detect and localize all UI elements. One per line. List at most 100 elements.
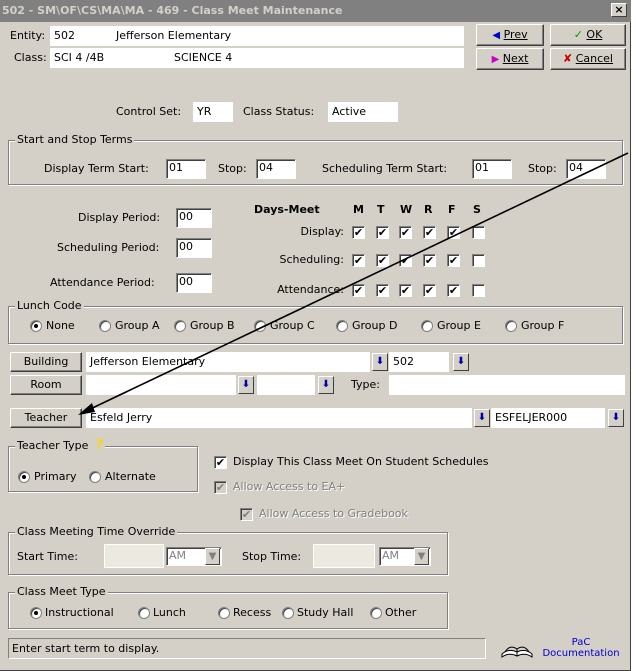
day-checkbox-m[interactable]: ✔ [352, 254, 365, 267]
ok-button[interactable]: ✓ OK [550, 24, 626, 46]
window-title: 502 - SM\OF\CS\MA\MA - 469 - Class Meet … [2, 4, 343, 17]
stop-ampm-value: AM [382, 549, 400, 562]
start-time-label: Start Time: [17, 550, 78, 563]
display-on-schedules-checkbox[interactable]: ✔ [214, 456, 227, 469]
class-status-label: Class Status: [243, 105, 315, 118]
room-name-field[interactable] [86, 375, 236, 395]
entity-label: Entity: [10, 29, 46, 42]
ok-label: OK [586, 28, 603, 41]
stop-ampm-dropdown-icon[interactable]: ▼ [414, 548, 429, 565]
teacher-type-alternate-radio[interactable] [89, 471, 101, 483]
scheduling-term-start-label: Scheduling Term Start: [322, 162, 448, 175]
display-term-stop-input[interactable]: 04 [256, 159, 296, 179]
pac-doc-line1: PaC [571, 637, 591, 648]
lunch-radio-none[interactable] [30, 320, 42, 332]
building-button[interactable]: Building [10, 352, 82, 372]
day-checkbox-m[interactable]: ✔ [352, 284, 365, 297]
room-code-lookup-icon[interactable]: ⬇ [318, 376, 334, 394]
open-book-icon [501, 646, 533, 658]
lunch-radio-group-c[interactable] [254, 320, 266, 332]
pac-documentation-text: PaC Documentation [536, 637, 626, 659]
scheduling-term-start-input[interactable]: 01 [472, 159, 512, 179]
prev-button[interactable]: ◀ Prev [476, 24, 544, 46]
pac-doc-line2: Documentation [542, 648, 620, 659]
room-lookup-icon[interactable]: ⬇ [238, 376, 254, 394]
lunch-radio-group-e[interactable] [421, 320, 433, 332]
scheduling-period-label: Scheduling Period: [57, 241, 160, 254]
teacher-code-field: ESFELJER000 [491, 408, 605, 428]
day-checkbox-t[interactable]: ✔ [376, 284, 389, 297]
display-on-schedules-label: Display This Class Meet On Student Sched… [233, 455, 489, 468]
meet-type-radio-study-hall[interactable] [282, 607, 294, 619]
class-status-field: Active [328, 102, 398, 122]
attendance-period-input[interactable]: 00 [176, 273, 212, 293]
day-checkbox-w[interactable]: ✔ [399, 254, 412, 267]
help-icon[interactable]: ? [96, 438, 104, 453]
pac-documentation-link[interactable]: PaC Documentation [496, 637, 626, 662]
lunch-option-label: Group D [352, 319, 398, 332]
day-checkbox-s[interactable] [472, 284, 485, 297]
cancel-button[interactable]: ✘ Cancel [550, 48, 626, 70]
days-row-label: Display: [300, 225, 344, 238]
status-message: Enter start term to display. [12, 642, 160, 655]
day-checkbox-r[interactable]: ✔ [423, 226, 436, 239]
building-code-field: 502 [389, 352, 449, 372]
meet-type-radio-recess[interactable] [218, 607, 230, 619]
day-checkbox-t[interactable]: ✔ [376, 226, 389, 239]
day-checkbox-m[interactable]: ✔ [352, 226, 365, 239]
teacher-type-primary-radio[interactable] [18, 471, 30, 483]
meet-type-option-label: Study Hall [297, 606, 354, 619]
day-checkbox-r[interactable]: ✔ [423, 254, 436, 267]
day-checkbox-f[interactable]: ✔ [447, 226, 460, 239]
day-checkbox-w[interactable]: ✔ [399, 226, 412, 239]
allow-ea-label: Allow Access to EA+ [233, 480, 346, 493]
lunch-radio-group-f[interactable] [505, 320, 517, 332]
teacher-lookup-icon[interactable]: ⬇ [474, 409, 490, 427]
building-name-field: Jefferson Elementary [86, 352, 370, 372]
class-name-field: SCIENCE 4 [170, 48, 464, 68]
meet-type-option-label: Lunch [153, 606, 186, 619]
cancel-label: Cancel [575, 52, 613, 65]
meet-type-option-label: Instructional [45, 606, 114, 619]
prev-arrow-icon: ◀ [492, 30, 501, 41]
day-checkbox-s[interactable] [472, 254, 485, 267]
room-button[interactable]: Room [10, 375, 82, 395]
day-checkbox-t[interactable]: ✔ [376, 254, 389, 267]
meet-type-option-label: Other [385, 606, 417, 619]
days-meet-title: Days-Meet [254, 203, 320, 216]
day-checkbox-w[interactable]: ✔ [399, 284, 412, 297]
time-override-group-title: Class Meeting Time Override [15, 525, 178, 539]
stop-time-input[interactable] [313, 544, 375, 568]
start-ampm-value: AM [169, 549, 187, 562]
meet-type-radio-lunch[interactable] [138, 607, 150, 619]
building-code-lookup-icon[interactable]: ⬇ [453, 353, 469, 371]
day-checkbox-f[interactable]: ✔ [447, 284, 460, 297]
building-lookup-icon[interactable]: ⬇ [372, 353, 388, 371]
scheduling-period-input[interactable]: 00 [176, 238, 212, 258]
start-time-input[interactable] [104, 544, 164, 568]
lunch-option-label: None [46, 319, 75, 332]
meet-type-radio-instructional[interactable] [30, 607, 42, 619]
display-period-input[interactable]: 00 [176, 208, 212, 228]
teacher-name-field: Esfeld Jerry [86, 408, 472, 428]
lunch-radio-group-d[interactable] [336, 320, 348, 332]
scheduling-term-stop-input[interactable]: 04 [566, 159, 606, 179]
close-button[interactable]: × [611, 3, 627, 17]
lunch-option-label: Group B [190, 319, 235, 332]
start-ampm-dropdown-icon[interactable]: ▼ [205, 548, 220, 565]
teacher-code-lookup-icon[interactable]: ⬇ [608, 409, 624, 427]
day-checkbox-r[interactable]: ✔ [423, 284, 436, 297]
lunch-radio-group-a[interactable] [99, 320, 111, 332]
display-period-label: Display Period: [78, 211, 161, 224]
lunch-radio-group-b[interactable] [174, 320, 186, 332]
display-term-start-input[interactable]: 01 [166, 159, 206, 179]
teacher-button[interactable]: Teacher [10, 408, 82, 428]
day-checkbox-s[interactable] [472, 226, 485, 239]
teacher-type-alternate-label: Alternate [105, 470, 156, 483]
day-checkbox-f[interactable]: ✔ [447, 254, 460, 267]
next-button[interactable]: ▶ Next [476, 48, 544, 70]
room-code-field[interactable] [257, 375, 315, 395]
class-meet-window: 502 - SM\OF\CS\MA\MA - 469 - Class Meet … [0, 0, 631, 671]
room-type-field [389, 375, 625, 395]
meet-type-radio-other[interactable] [370, 607, 382, 619]
